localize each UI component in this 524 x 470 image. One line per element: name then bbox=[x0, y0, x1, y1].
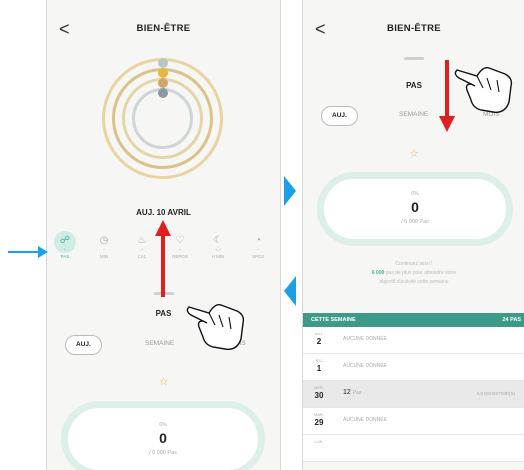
msg-line-1: Continuez ainsi ! bbox=[395, 261, 433, 267]
metric-label: SPO2 bbox=[251, 254, 264, 259]
metric-spo2[interactable]: ◔ - SPO2 bbox=[243, 234, 273, 259]
metric-value: - bbox=[103, 247, 105, 253]
steps-progress-pill: 0% 0 / 6 000 Pas bbox=[317, 172, 513, 246]
row-date: 1 bbox=[316, 364, 322, 373]
metric-value: -:- bbox=[215, 247, 221, 253]
row-day: MER. bbox=[314, 385, 324, 390]
tab-week[interactable]: SEMAINE bbox=[145, 335, 174, 353]
row-day: MAR. bbox=[314, 412, 324, 417]
row-date: 29 bbox=[314, 418, 324, 427]
row-unit: Pas bbox=[352, 390, 362, 396]
metric-pas[interactable]: ☍ - PAS bbox=[50, 234, 80, 259]
phone-screen-2: < BIEN-ÊTRE PAS AUJ. SEMAINE MOIS ☆ 0% 0… bbox=[302, 0, 524, 470]
week-section-header: CETTE SEMAINE 24 PAS bbox=[303, 313, 524, 327]
msg-line-3: objectif d'activité cette semaine bbox=[379, 279, 449, 285]
progress-percent: 0% bbox=[159, 422, 167, 428]
metric-label: REPOS bbox=[172, 254, 188, 259]
week-title: CETTE SEMAINE bbox=[311, 317, 356, 323]
stopwatch-icon: ◷ bbox=[99, 235, 109, 246]
metric-label: PAS bbox=[60, 254, 70, 259]
row-steps: 12 bbox=[343, 389, 351, 396]
row-text: AUCUNE DONNÉE bbox=[343, 363, 387, 369]
metric-value: - bbox=[257, 247, 259, 253]
steps-ring-icon bbox=[157, 58, 168, 68]
row-value: 12 Pas bbox=[343, 389, 361, 396]
pointing-hand-icon bbox=[454, 66, 513, 113]
page-title: BIEN-ÊTRE bbox=[136, 23, 191, 34]
oxygen-icon: ◔ bbox=[254, 235, 262, 246]
table-row[interactable]: MER. 30 12 Pas 0,0 KM ESTIMÉ(S) bbox=[303, 381, 524, 408]
row-distance: 0,0 KM ESTIMÉ(S) bbox=[476, 391, 515, 396]
row-text: AUCUNE DONNÉE bbox=[343, 417, 387, 423]
steps-value: 0 bbox=[411, 199, 419, 215]
metric-value: - bbox=[64, 247, 66, 253]
msg-line-2: pas de plus pour atteindre votre bbox=[385, 270, 457, 276]
steps-progress-pill: 0% 0 / 6 000 Pas bbox=[61, 401, 265, 470]
footprint-icon: ☍ bbox=[59, 235, 71, 246]
moon-icon: ☾ bbox=[213, 235, 223, 246]
metric-label: H MIN bbox=[211, 254, 225, 259]
row-day: JEU. bbox=[314, 358, 324, 363]
tab-today[interactable]: AUJ. bbox=[65, 335, 102, 355]
msg-highlight: 6 000 bbox=[371, 270, 385, 276]
metric-cal[interactable]: ♨ - CAL bbox=[127, 234, 157, 259]
metric-repos[interactable]: ♡ - REPOS bbox=[165, 234, 195, 259]
metric-label: CAL bbox=[137, 254, 147, 259]
flame-icon: ♨ bbox=[137, 235, 147, 246]
header: < BIEN-ÊTRE bbox=[47, 0, 280, 56]
row-day: LUN. bbox=[314, 439, 324, 444]
tab-week[interactable]: SEMAINE bbox=[399, 106, 428, 124]
star-icon: ☆ bbox=[409, 148, 419, 160]
page-title: BIEN-ÊTRE bbox=[387, 23, 441, 34]
tab-today[interactable]: AUJ. bbox=[321, 106, 358, 126]
metric-h-min[interactable]: ☾ -:- H MIN bbox=[203, 234, 233, 259]
date-label: AUJ. 10 AVRIL bbox=[136, 208, 191, 217]
next-triangle-icon bbox=[284, 176, 296, 206]
row-day: AUJ. bbox=[314, 331, 324, 336]
star-icon: ☆ bbox=[158, 376, 169, 388]
metric-value: - bbox=[141, 247, 143, 253]
metric-value: - bbox=[179, 247, 181, 253]
metric-label: MIN bbox=[99, 254, 109, 259]
metric-min[interactable]: ◷ - MIN bbox=[89, 234, 119, 259]
header: < BIEN-ÊTRE bbox=[303, 0, 524, 56]
sheet-grab-handle[interactable] bbox=[404, 57, 424, 60]
steps-goal: / 6 000 Pas bbox=[401, 219, 429, 225]
steps-value: 0 bbox=[159, 430, 167, 446]
row-date: 30 bbox=[314, 391, 324, 400]
progress-percent: 0% bbox=[411, 191, 419, 197]
steps-goal: / 6 000 Pas bbox=[149, 450, 177, 456]
table-row[interactable]: AUJ. 2 AUCUNE DONNÉE bbox=[303, 327, 524, 354]
phone-screen-1: < BIEN-ÊTRE AUJ. 10 AVRIL ☍ - PAS ◷ - MI… bbox=[46, 0, 281, 470]
row-date: 2 bbox=[316, 337, 322, 346]
time-ring-icon bbox=[157, 68, 168, 78]
table-row[interactable]: LUN. bbox=[303, 435, 524, 462]
prev-triangle-icon bbox=[284, 276, 296, 306]
row-text: AUCUNE DONNÉE bbox=[343, 336, 387, 342]
encouragement-message: Continuez ainsi ! 6 000 pas de plus pour… bbox=[303, 260, 524, 287]
calories-ring-icon bbox=[157, 78, 168, 88]
sleep-ring-icon bbox=[157, 88, 168, 98]
table-row[interactable]: MAR. 29 AUCUNE DONNÉE bbox=[303, 408, 524, 435]
table-row[interactable]: JEU. 1 AUCUNE DONNÉE bbox=[303, 354, 524, 381]
week-total: 24 PAS bbox=[502, 317, 521, 323]
pointing-hand-icon bbox=[186, 303, 245, 350]
